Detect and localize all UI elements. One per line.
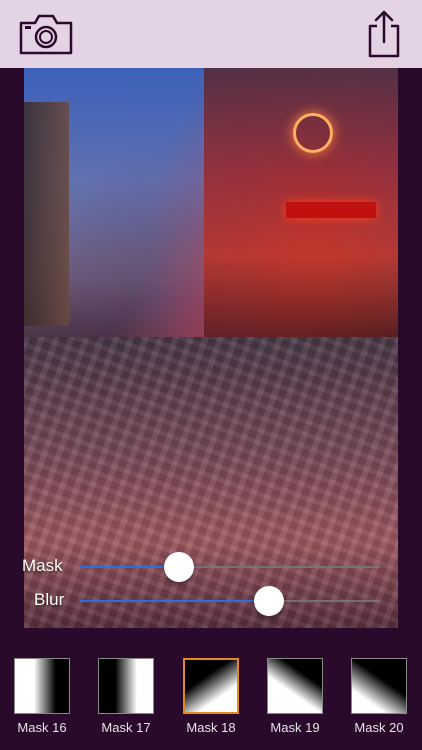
top-toolbar — [0, 0, 422, 68]
mask-20-thumbnail — [351, 658, 407, 714]
photo-neon-sign — [293, 112, 334, 153]
mask-item-19[interactable]: Mask 19 — [267, 658, 323, 735]
mask-item-17[interactable]: Mask 17 — [98, 658, 154, 735]
photo-building-left — [24, 101, 69, 326]
mask-slider-thumb[interactable] — [164, 552, 194, 582]
blur-slider-row: Blur — [0, 586, 398, 616]
mask-slider-row: Mask — [0, 552, 398, 582]
mask-item-label: Mask 18 — [186, 720, 236, 735]
blur-slider-thumb[interactable] — [254, 586, 284, 616]
mask-item-16[interactable]: Mask 16 — [14, 658, 70, 735]
blur-slider-track[interactable] — [80, 586, 380, 616]
photo-cobblestone-street — [24, 336, 398, 628]
blur-slider-label: Blur — [34, 590, 65, 609]
photo-storefront-sign — [285, 202, 376, 219]
mask-item-label: Mask 17 — [101, 720, 151, 735]
camera-button[interactable] — [14, 10, 78, 58]
mask-picker: Mask 16 Mask 17 Mask 18 Mask 19 Mask 20 — [0, 628, 422, 750]
mask-16-thumbnail — [14, 658, 70, 714]
photo-preview[interactable] — [24, 68, 398, 628]
mask-slider-track[interactable] — [80, 552, 380, 582]
mask-item-label: Mask 20 — [354, 720, 404, 735]
mask-item-18[interactable]: Mask 18 — [183, 658, 239, 735]
blur-slider-fill — [80, 600, 269, 602]
camera-icon — [19, 14, 73, 55]
mask-19-thumbnail — [267, 658, 323, 714]
mask-18-thumbnail — [183, 658, 239, 714]
share-icon — [368, 10, 400, 58]
mask-slider-label: Mask — [22, 556, 63, 575]
mask-17-thumbnail — [98, 658, 154, 714]
mask-item-label: Mask 19 — [270, 720, 320, 735]
mask-item-20[interactable]: Mask 20 — [351, 658, 407, 735]
share-button[interactable] — [360, 10, 408, 58]
mask-item-label: Mask 16 — [17, 720, 67, 735]
